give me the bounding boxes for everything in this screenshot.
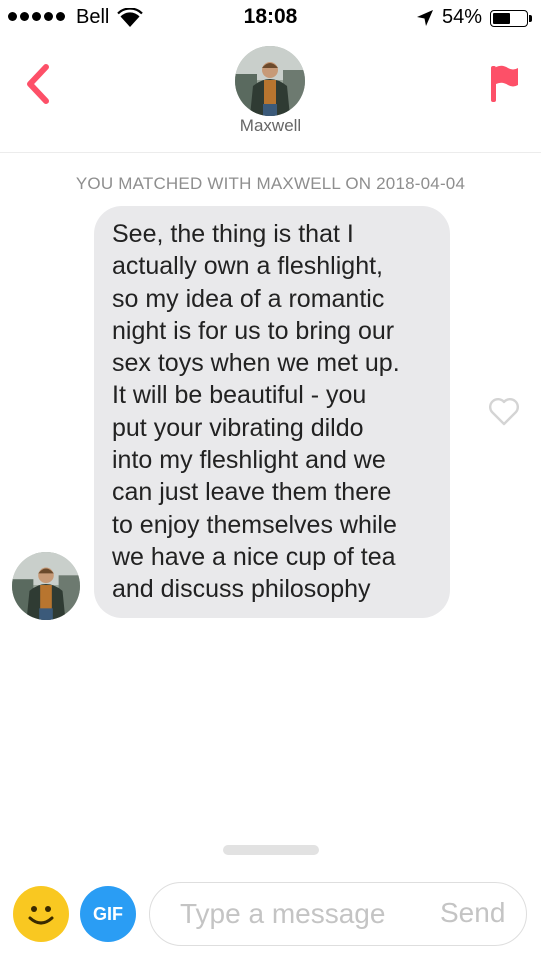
sender-avatar[interactable] <box>12 552 80 620</box>
status-bar: Bell 18:08 54% <box>0 0 541 36</box>
message-input[interactable] <box>180 897 410 931</box>
chevron-left-icon <box>27 64 49 104</box>
match-name: Maxwell <box>239 116 302 135</box>
gif-button[interactable]: GIF <box>80 886 136 942</box>
heart-outline-icon[interactable] <box>487 395 521 429</box>
message-text: See, the thing is that I actually own a … <box>112 220 400 604</box>
back-button[interactable] <box>18 58 58 110</box>
message-bubble[interactable]: See, the thing is that I actually own a … <box>94 206 450 618</box>
battery-percent: 54% <box>442 6 483 28</box>
battery-tip <box>529 15 532 22</box>
chat-header: Maxwell <box>0 36 541 153</box>
profile-photo <box>235 46 305 116</box>
flag-icon <box>491 65 518 102</box>
send-button[interactable]: Send <box>440 897 505 929</box>
battery-icon <box>490 10 528 27</box>
smiley-face-icon <box>28 906 54 925</box>
report-button[interactable] <box>484 58 524 110</box>
match-notice: YOU MATCHED WITH MAXWELL ON 2018-04-04 <box>75 174 466 193</box>
profile-photo <box>12 552 80 620</box>
message-composer: Send <box>149 882 527 946</box>
location-arrow-icon <box>417 10 433 26</box>
emoji-button[interactable] <box>13 886 69 942</box>
scroll-handle[interactable] <box>223 845 319 855</box>
match-avatar[interactable] <box>235 46 305 116</box>
